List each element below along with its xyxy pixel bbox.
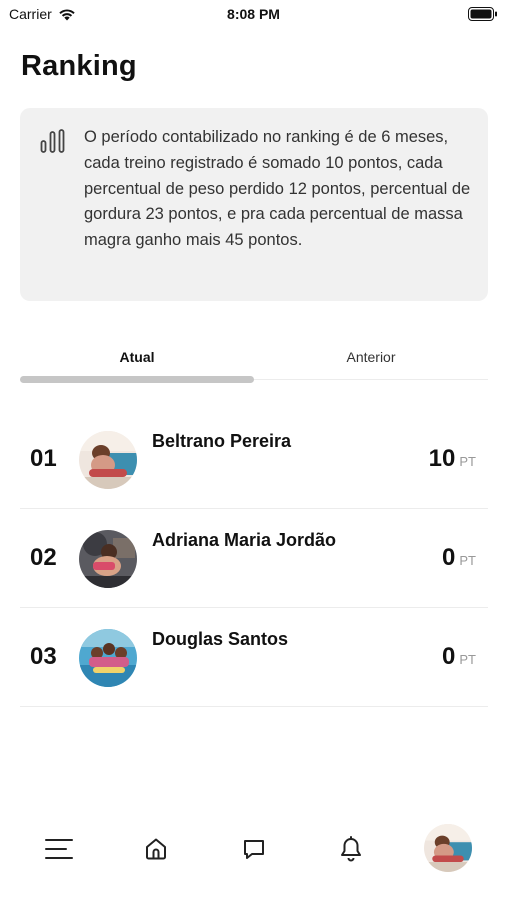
home-button[interactable] xyxy=(141,834,171,864)
bell-icon xyxy=(341,836,361,862)
rank-name: Beltrano Pereira xyxy=(152,431,292,451)
ranking-info-card: O período contabilizado no ranking é de … xyxy=(20,108,488,301)
ranking-row[interactable]: 02 Adriana Maria Jordão 0 PT xyxy=(20,509,488,608)
chat-button[interactable] xyxy=(239,834,269,864)
menu-button[interactable] xyxy=(44,834,74,864)
ranking-list: 01 Beltrano Pereira 10 PT 02 Adriana Mar… xyxy=(20,410,488,707)
menu-icon xyxy=(45,839,73,859)
score-value: 0 xyxy=(442,643,456,670)
rank-name: Douglas Santos xyxy=(152,629,289,649)
battery-icon xyxy=(468,7,497,21)
tab-anterior[interactable]: Anterior xyxy=(254,349,488,365)
bottom-nav xyxy=(0,812,507,882)
avatar xyxy=(79,629,137,687)
chat-icon xyxy=(244,840,264,859)
home-icon xyxy=(146,838,166,860)
score-unit: PT xyxy=(459,454,476,469)
score-unit: PT xyxy=(459,553,476,568)
rank-score: 10 PT xyxy=(429,445,476,473)
tab-indicator xyxy=(20,376,254,383)
ranking-info-text: O período contabilizado no ranking é de … xyxy=(84,128,471,250)
profile-avatar[interactable] xyxy=(424,824,472,872)
score-value: 0 xyxy=(442,544,456,571)
score-unit: PT xyxy=(459,652,476,667)
page-title: Ranking xyxy=(21,50,137,82)
ranking-row[interactable]: 03 Douglas Santos 0 PT xyxy=(20,608,488,707)
avatar xyxy=(79,530,137,588)
ranking-row[interactable]: 01 Beltrano Pereira 10 PT xyxy=(20,410,488,509)
rank-position: 01 xyxy=(30,445,57,472)
rank-name: Adriana Maria Jordão xyxy=(152,530,337,550)
status-bar: Carrier 8:08 PM xyxy=(0,0,507,30)
bar-chart-icon xyxy=(40,129,65,153)
tab-atual[interactable]: Atual xyxy=(20,349,254,365)
avatar xyxy=(79,431,137,489)
rank-score: 0 PT xyxy=(442,643,476,671)
score-value: 10 xyxy=(428,445,456,472)
notifications-button[interactable] xyxy=(336,834,366,864)
ranking-period-tabs: Atual Anterior xyxy=(20,340,488,384)
clock: 8:08 PM xyxy=(227,6,280,22)
rank-score: 0 PT xyxy=(442,544,476,572)
rank-position: 02 xyxy=(30,544,57,571)
rank-position: 03 xyxy=(30,643,57,670)
